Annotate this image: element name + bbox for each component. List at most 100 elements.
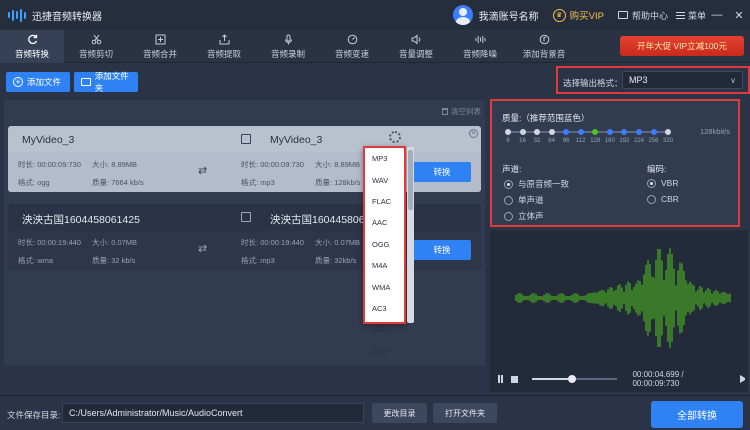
- quality-tick: 16: [519, 138, 526, 144]
- tab-audio-cut[interactable]: 音频剪切: [64, 30, 128, 63]
- output-format-select[interactable]: MP3 ∨: [622, 71, 743, 89]
- add-file-button[interactable]: + 添加文件: [6, 72, 70, 92]
- dropdown-scrollbar[interactable]: [407, 147, 414, 323]
- tab-label: 音量调整: [398, 48, 433, 59]
- convert-button[interactable]: 转换: [413, 240, 471, 260]
- quality-slider[interactable]: [505, 129, 671, 135]
- save-dir-label: 文件保存目录:: [7, 410, 61, 420]
- encoding-radio-cbr[interactable]: CBR: [647, 194, 679, 204]
- tab-audio-merge[interactable]: 音频合并: [128, 30, 192, 63]
- output-quality: 质量: 128kb/s: [315, 178, 361, 187]
- output-format: 格式: mp3: [241, 256, 275, 265]
- quality-tick: 64: [548, 138, 555, 144]
- user-name[interactable]: 我滴账号名称: [479, 8, 539, 23]
- help-center-button[interactable]: 帮助中心: [617, 9, 668, 22]
- quality-tick: 160: [604, 138, 615, 144]
- remove-file-close-icon[interactable]: ✕: [469, 129, 478, 138]
- menu-button[interactable]: 菜单: [675, 9, 706, 22]
- channel-radio-original[interactable]: 与原音频一致: [504, 178, 569, 190]
- speaker-icon[interactable]: [740, 375, 748, 383]
- folder-icon: [81, 78, 91, 86]
- clear-list-button[interactable]: 清空列表: [442, 106, 481, 117]
- quality-stop[interactable]: [505, 129, 511, 135]
- playback-controls: 00:00:04.699 / 00:00:09:730: [490, 367, 748, 391]
- playback-time: 00:00:04.699 / 00:00:09:730: [632, 370, 684, 388]
- encoding-radio-vbr[interactable]: VBR: [647, 178, 678, 188]
- quality-stop[interactable]: [606, 129, 613, 135]
- channel-label: 声道:: [502, 164, 522, 174]
- format-option[interactable]: WMA: [365, 276, 404, 297]
- volume-icon: [410, 33, 422, 45]
- edit-name-icon[interactable]: [241, 134, 251, 144]
- playback-progress-slider[interactable]: [531, 375, 618, 383]
- quality-stop[interactable]: [534, 129, 540, 135]
- progress-knob[interactable]: [568, 375, 577, 383]
- save-dir-input[interactable]: C:/Users/Administrator/Music/AudioConver…: [62, 403, 364, 423]
- tab-label: 音频录制: [270, 48, 305, 59]
- tab-label: 音频剪切: [78, 48, 113, 59]
- format-option[interactable]: M4R: [365, 319, 404, 340]
- channel-radio-stereo[interactable]: 立体声: [504, 210, 544, 222]
- source-file-name: MyVideo_3: [22, 134, 75, 146]
- tab-label: 音频转换: [14, 48, 49, 59]
- output-settings-gear-icon[interactable]: [389, 131, 401, 143]
- quality-stop[interactable]: [665, 129, 671, 135]
- tab-add-background-music[interactable]: 添加背景音: [512, 30, 576, 63]
- tab-audio-extract[interactable]: 音频提取: [192, 30, 256, 63]
- quality-stop[interactable]: [563, 129, 570, 135]
- quality-stop[interactable]: [621, 129, 628, 135]
- format-option[interactable]: OGG: [365, 234, 404, 255]
- output-duration: 时长: 00:00:19:440: [241, 238, 304, 247]
- buy-vip-button[interactable]: ♛ 购买VIP: [552, 8, 604, 22]
- quality-selected-knob[interactable]: [592, 129, 599, 135]
- add-file-label: 添加文件: [27, 77, 62, 87]
- hamburger-icon: [675, 11, 685, 19]
- format-option[interactable]: APE: [365, 341, 404, 362]
- format-option[interactable]: FLAC: [365, 191, 404, 212]
- quality-tick: 192: [619, 138, 630, 144]
- tab-label: 音频合并: [142, 48, 177, 59]
- tab-audio-convert[interactable]: 音频转换: [0, 30, 64, 63]
- app-logo-icon: [8, 8, 26, 22]
- convert-arrow-icon: ⇄: [198, 165, 208, 177]
- clear-list-label: 清空列表: [451, 107, 481, 116]
- vip-crown-icon: ♛: [552, 8, 566, 22]
- add-folder-label: 添加文件夹: [94, 71, 129, 93]
- refresh-icon: [26, 34, 38, 45]
- bottom-bar: 文件保存目录: C:/Users/Administrator/Music/Aud…: [0, 395, 750, 430]
- tab-audio-speed[interactable]: 音频变速: [320, 30, 384, 63]
- waveform-graphic: [515, 248, 731, 348]
- quality-stop[interactable]: [577, 129, 584, 135]
- format-option[interactable]: MP3: [365, 148, 404, 169]
- radio-checked-icon: [647, 178, 656, 188]
- promo-banner[interactable]: 开年大促 VIP立减100元: [620, 36, 744, 56]
- help-icon: [617, 11, 628, 19]
- channel-radio-mono[interactable]: 单声道: [504, 194, 544, 206]
- quality-stop[interactable]: [519, 129, 526, 135]
- pause-icon[interactable]: [498, 375, 503, 383]
- output-quality: 质量: 32kb/s: [315, 256, 357, 265]
- format-option[interactable]: AC3: [365, 298, 404, 319]
- format-option[interactable]: AAC: [365, 212, 404, 233]
- convert-all-button[interactable]: 全部转换: [651, 401, 743, 428]
- open-folder-button[interactable]: 打开文件夹: [433, 403, 497, 423]
- edit-name-icon[interactable]: [241, 212, 251, 222]
- tab-label: 音频变速: [334, 48, 369, 59]
- change-dir-button[interactable]: 更改目录: [372, 403, 427, 423]
- quality-stop[interactable]: [636, 129, 642, 135]
- radio-unchecked-icon: [647, 194, 656, 204]
- minimize-button[interactable]: —: [706, 9, 728, 21]
- format-option[interactable]: WAV: [365, 169, 404, 190]
- add-folder-button[interactable]: 添加文件夹: [74, 71, 138, 93]
- tab-audio-denoise[interactable]: 音频降噪: [448, 30, 512, 63]
- quality-stop[interactable]: [650, 129, 657, 135]
- user-avatar[interactable]: [452, 5, 473, 25]
- scissors-icon: [90, 34, 102, 45]
- stop-icon[interactable]: [511, 375, 518, 383]
- tab-audio-record[interactable]: 音频录制: [256, 30, 320, 63]
- quality-stop[interactable]: [548, 129, 555, 135]
- tab-volume-adjust[interactable]: 音量调整: [384, 30, 448, 63]
- format-option[interactable]: M4A: [365, 255, 404, 276]
- convert-button[interactable]: 转换: [413, 162, 471, 182]
- close-window-button[interactable]: ✕: [728, 9, 750, 22]
